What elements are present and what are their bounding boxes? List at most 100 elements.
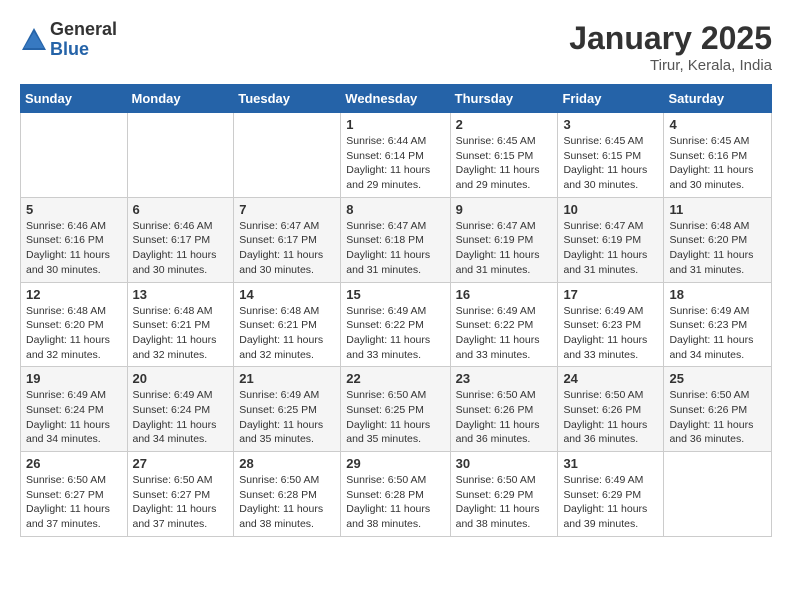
day-info: Sunrise: 6:48 AM Sunset: 6:21 PM Dayligh… <box>239 304 335 363</box>
calendar-cell: 10Sunrise: 6:47 AM Sunset: 6:19 PM Dayli… <box>558 197 664 282</box>
calendar-cell: 31Sunrise: 6:49 AM Sunset: 6:29 PM Dayli… <box>558 452 664 537</box>
day-number: 29 <box>346 456 444 471</box>
calendar-cell: 26Sunrise: 6:50 AM Sunset: 6:27 PM Dayli… <box>21 452 128 537</box>
month-title: January 2025 <box>569 20 772 57</box>
calendar-cell: 27Sunrise: 6:50 AM Sunset: 6:27 PM Dayli… <box>127 452 234 537</box>
calendar-cell: 20 Sunrise: 6:49 AM Sunset: 6:24 PM Dayli… <box>127 367 234 452</box>
day-info: Sunrise: 6:45 AM Sunset: 6:15 PM Dayligh… <box>563 134 658 193</box>
day-info: Sunrise: 6:50 AM Sunset: 6:26 PM Dayligh… <box>456 388 553 447</box>
day-info: Sunrise: 6:44 AM Sunset: 6:14 PM Dayligh… <box>346 134 444 193</box>
weekday-header: Wednesday <box>341 85 450 113</box>
day-number: 14 <box>239 287 335 302</box>
day-number: 2 <box>456 117 553 132</box>
day-info: Sunrise: 6:50 AM Sunset: 6:26 PM Dayligh… <box>563 388 658 447</box>
calendar-cell: 8 Sunrise: 6:47 AM Sunset: 6:18 PM Daylig… <box>341 197 450 282</box>
logo-general: General <box>50 20 117 40</box>
day-number: 20 <box>133 371 229 386</box>
calendar-cell: 2 Sunrise: 6:45 AM Sunset: 6:15 PM Daylig… <box>450 113 558 198</box>
calendar-cell: 4Sunrise: 6:45 AM Sunset: 6:16 PM Daylig… <box>664 113 772 198</box>
day-info: Sunrise: 6:46 AM Sunset: 6:17 PM Dayligh… <box>133 219 229 278</box>
calendar-table: SundayMondayTuesdayWednesdayThursdayFrid… <box>20 84 772 537</box>
day-number: 22 <box>346 371 444 386</box>
day-number: 25 <box>669 371 766 386</box>
calendar-cell: 1 Sunrise: 6:44 AM Sunset: 6:14 PM Daylig… <box>341 113 450 198</box>
calendar-cell: 11Sunrise: 6:48 AM Sunset: 6:20 PM Dayli… <box>664 197 772 282</box>
day-number: 21 <box>239 371 335 386</box>
calendar-week-row: 26 Sunrise: 6:50 AM Sunset: 6:27 PM Dayli… <box>21 452 772 537</box>
day-info: Sunrise: 6:45 AM Sunset: 6:15 PM Dayligh… <box>456 134 553 193</box>
day-info: Sunrise: 6:50 AM Sunset: 6:27 PM Dayligh… <box>133 473 229 532</box>
calendar-cell: 7 Sunrise: 6:47 AM Sunset: 6:17 PM Daylig… <box>234 197 341 282</box>
day-number: 3 <box>563 117 658 132</box>
day-info: Sunrise: 6:48 AM Sunset: 6:20 PM Dayligh… <box>26 304 122 363</box>
day-number: 26 <box>26 456 122 471</box>
calendar-cell: 24 Sunrise: 6:50 AM Sunset: 6:26 PM Dayli… <box>558 367 664 452</box>
calendar-week-row: 12 Sunrise: 6:48 AM Sunset: 6:20 PM Dayli… <box>21 282 772 367</box>
day-info: Sunrise: 6:49 AM Sunset: 6:22 PM Dayligh… <box>456 304 553 363</box>
day-info: Sunrise: 6:47 AM Sunset: 6:19 PM Dayligh… <box>563 219 658 278</box>
logo: General Blue <box>20 20 117 60</box>
day-number: 16 <box>456 287 553 302</box>
day-info: Sunrise: 6:50 AM Sunset: 6:29 PM Dayligh… <box>456 473 553 532</box>
calendar-cell: 13 Sunrise: 6:48 AM Sunset: 6:21 PM Dayli… <box>127 282 234 367</box>
calendar-header-row: SundayMondayTuesdayWednesdayThursdayFrid… <box>21 85 772 113</box>
calendar-week-row: 19 Sunrise: 6:49 AM Sunset: 6:24 PM Dayli… <box>21 367 772 452</box>
weekday-header: Monday <box>127 85 234 113</box>
day-number: 9 <box>456 202 553 217</box>
calendar-cell: 9 Sunrise: 6:47 AM Sunset: 6:19 PM Daylig… <box>450 197 558 282</box>
day-info: Sunrise: 6:49 AM Sunset: 6:25 PM Dayligh… <box>239 388 335 447</box>
calendar-cell <box>21 113 128 198</box>
calendar-cell <box>127 113 234 198</box>
calendar-cell: 6Sunrise: 6:46 AM Sunset: 6:17 PM Daylig… <box>127 197 234 282</box>
calendar-week-row: 5 Sunrise: 6:46 AM Sunset: 6:16 PM Daylig… <box>21 197 772 282</box>
page-header: General Blue January 2025 Tirur, Kerala,… <box>20 20 772 74</box>
day-number: 12 <box>26 287 122 302</box>
calendar-week-row: 1 Sunrise: 6:44 AM Sunset: 6:14 PM Daylig… <box>21 113 772 198</box>
day-number: 15 <box>346 287 444 302</box>
day-number: 4 <box>669 117 766 132</box>
day-info: Sunrise: 6:48 AM Sunset: 6:20 PM Dayligh… <box>669 219 766 278</box>
calendar-cell: 25 Sunrise: 6:50 AM Sunset: 6:26 PM Dayli… <box>664 367 772 452</box>
day-info: Sunrise: 6:50 AM Sunset: 6:25 PM Dayligh… <box>346 388 444 447</box>
day-number: 18 <box>669 287 766 302</box>
calendar-cell: 14 Sunrise: 6:48 AM Sunset: 6:21 PM Dayli… <box>234 282 341 367</box>
calendar-cell: 30Sunrise: 6:50 AM Sunset: 6:29 PM Dayli… <box>450 452 558 537</box>
calendar-cell: 22 Sunrise: 6:50 AM Sunset: 6:25 PM Dayli… <box>341 367 450 452</box>
calendar-cell: 21 Sunrise: 6:49 AM Sunset: 6:25 PM Dayli… <box>234 367 341 452</box>
logo-icon <box>20 26 48 54</box>
day-info: Sunrise: 6:49 AM Sunset: 6:24 PM Dayligh… <box>133 388 229 447</box>
calendar-cell: 19Sunrise: 6:49 AM Sunset: 6:24 PM Dayli… <box>21 367 128 452</box>
calendar-cell: 29 Sunrise: 6:50 AM Sunset: 6:28 PM Dayli… <box>341 452 450 537</box>
calendar-cell: 16 Sunrise: 6:49 AM Sunset: 6:22 PM Dayli… <box>450 282 558 367</box>
calendar-cell <box>664 452 772 537</box>
day-number: 7 <box>239 202 335 217</box>
weekday-header: Sunday <box>21 85 128 113</box>
calendar-cell: 12 Sunrise: 6:48 AM Sunset: 6:20 PM Dayli… <box>21 282 128 367</box>
calendar-cell: 28Sunrise: 6:50 AM Sunset: 6:28 PM Dayli… <box>234 452 341 537</box>
calendar-cell: 15 Sunrise: 6:49 AM Sunset: 6:22 PM Dayli… <box>341 282 450 367</box>
day-number: 17 <box>563 287 658 302</box>
day-info: Sunrise: 6:50 AM Sunset: 6:26 PM Dayligh… <box>669 388 766 447</box>
day-number: 28 <box>239 456 335 471</box>
day-number: 19 <box>26 371 122 386</box>
day-info: Sunrise: 6:47 AM Sunset: 6:19 PM Dayligh… <box>456 219 553 278</box>
day-number: 8 <box>346 202 444 217</box>
day-info: Sunrise: 6:48 AM Sunset: 6:21 PM Dayligh… <box>133 304 229 363</box>
calendar-cell: 3 Sunrise: 6:45 AM Sunset: 6:15 PM Daylig… <box>558 113 664 198</box>
day-info: Sunrise: 6:49 AM Sunset: 6:22 PM Dayligh… <box>346 304 444 363</box>
weekday-header: Friday <box>558 85 664 113</box>
day-number: 23 <box>456 371 553 386</box>
day-number: 13 <box>133 287 229 302</box>
day-number: 1 <box>346 117 444 132</box>
day-info: Sunrise: 6:49 AM Sunset: 6:23 PM Dayligh… <box>563 304 658 363</box>
day-number: 31 <box>563 456 658 471</box>
day-info: Sunrise: 6:50 AM Sunset: 6:28 PM Dayligh… <box>346 473 444 532</box>
day-number: 5 <box>26 202 122 217</box>
day-info: Sunrise: 6:47 AM Sunset: 6:18 PM Dayligh… <box>346 219 444 278</box>
day-info: Sunrise: 6:46 AM Sunset: 6:16 PM Dayligh… <box>26 219 122 278</box>
calendar-cell: 23 Sunrise: 6:50 AM Sunset: 6:26 PM Dayli… <box>450 367 558 452</box>
day-number: 24 <box>563 371 658 386</box>
weekday-header: Tuesday <box>234 85 341 113</box>
calendar-cell <box>234 113 341 198</box>
day-info: Sunrise: 6:47 AM Sunset: 6:17 PM Dayligh… <box>239 219 335 278</box>
